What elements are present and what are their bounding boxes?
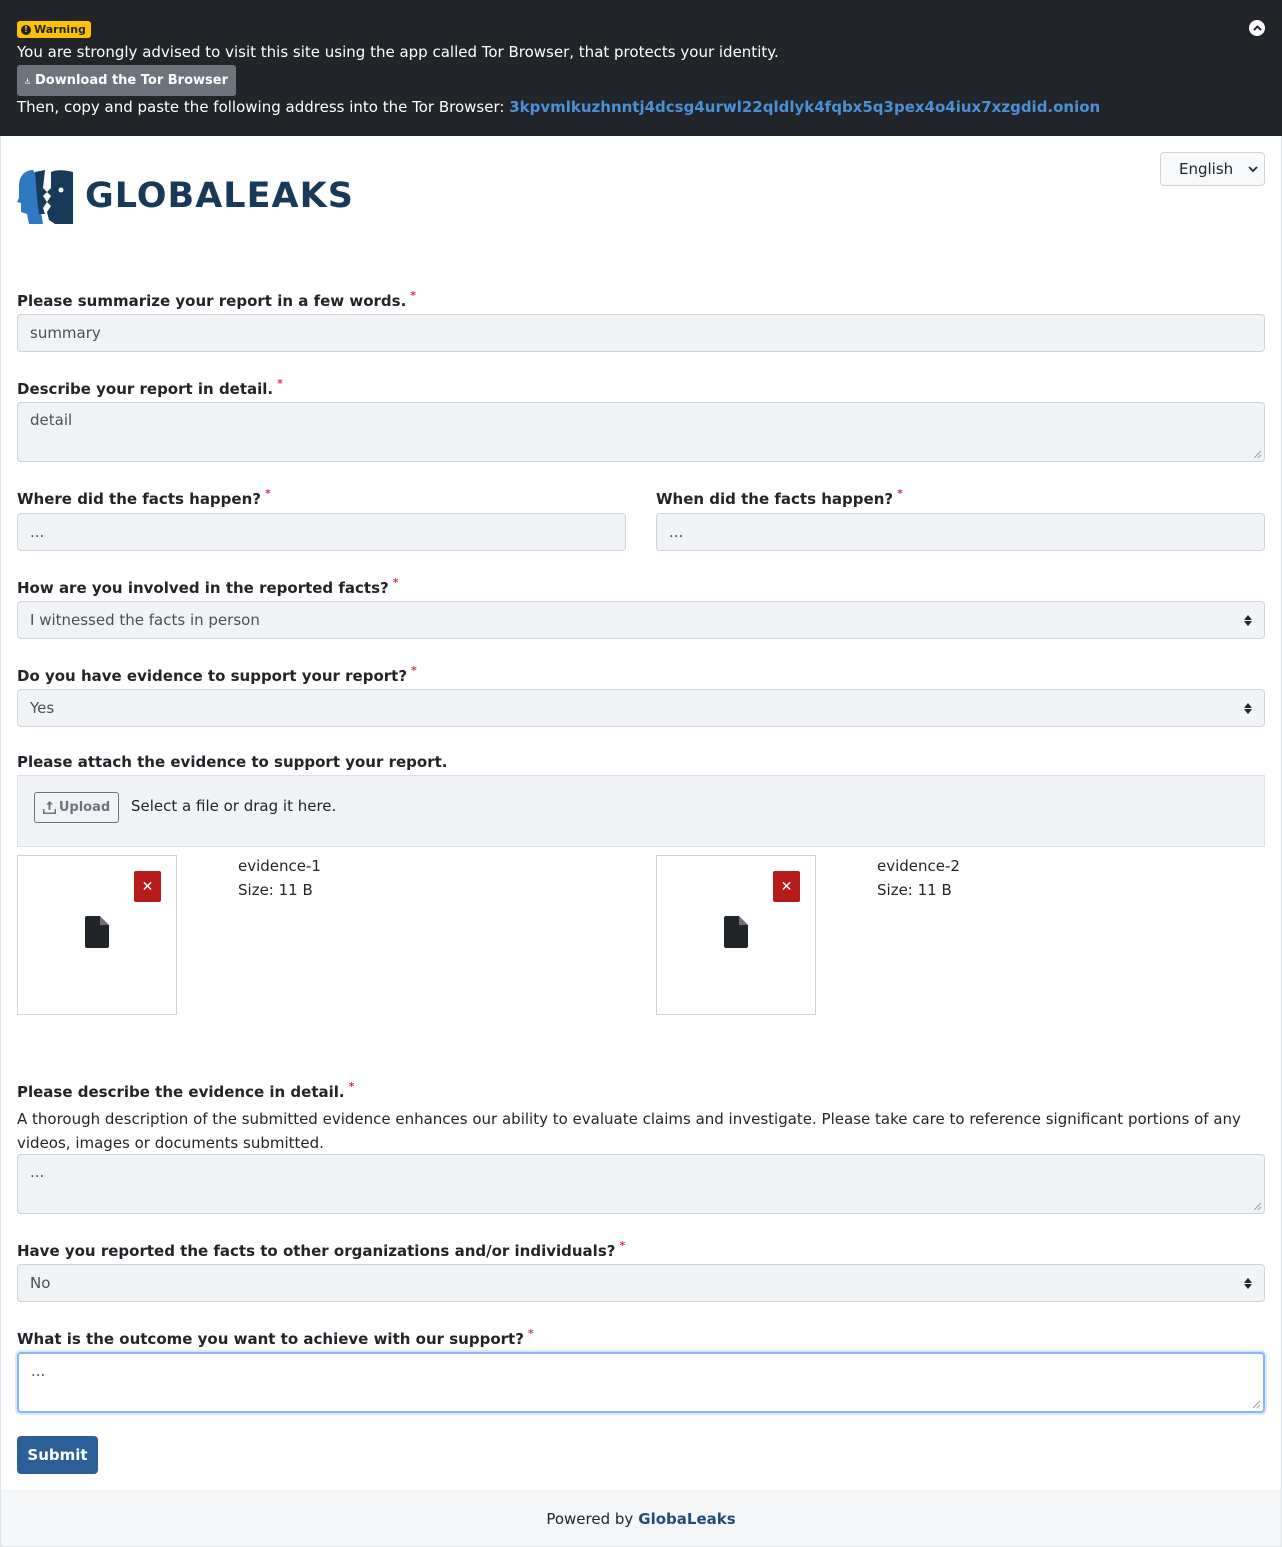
globaleaks-faces-icon <box>17 170 73 224</box>
outcome-placeholder: ... <box>31 1362 46 1380</box>
file-icon <box>85 916 109 948</box>
when-input[interactable]: ... <box>656 513 1265 551</box>
collapse-banner-button[interactable] <box>1249 20 1265 36</box>
summary-label-text: Please summarize your report in a few wo… <box>17 292 407 310</box>
select-arrows-icon <box>1244 614 1252 626</box>
detail-value: detail <box>30 411 73 429</box>
file-size: Size: 11 B <box>238 881 313 899</box>
file-size: Size: 11 B <box>877 881 952 899</box>
upload-label: Upload <box>58 800 111 815</box>
warning-badge-label: Warning <box>34 23 86 36</box>
globaleaks-link[interactable]: GlobaLeaks <box>638 1510 735 1528</box>
required-mark: * <box>264 487 271 500</box>
when-placeholder: ... <box>669 523 684 541</box>
select-arrows-icon <box>1244 1277 1252 1289</box>
onion-address-link[interactable]: 3kpvmlkuzhnntj4dcsg4urwl22qldlyk4fqbx5q3… <box>509 98 1100 116</box>
involvement-label-text: How are you involved in the reported fac… <box>17 579 389 597</box>
evidence-description-textarea[interactable]: ... <box>17 1154 1265 1214</box>
reported-other-label: Have you reported the facts to other org… <box>17 1239 626 1263</box>
resize-grip-icon[interactable] <box>1253 450 1262 459</box>
involvement-select[interactable]: I witnessed the facts in person <box>17 601 1265 639</box>
evidence-description-help: A thorough description of the submitted … <box>17 1110 1241 1152</box>
evidence-value: Yes <box>30 699 55 717</box>
language-select[interactable]: English <box>1160 152 1265 186</box>
when-label-text: When did the facts happen? <box>656 490 894 508</box>
evidence-description-label: Please describe the evidence in detail. * <box>17 1080 355 1104</box>
close-icon: ✕ <box>780 878 793 895</box>
when-label: When did the facts happen? * <box>656 487 903 511</box>
reported-other-select[interactable]: No <box>17 1264 1265 1302</box>
summary-input[interactable]: summary <box>17 314 1265 352</box>
resize-grip-icon[interactable] <box>1252 1400 1261 1409</box>
where-placeholder: ... <box>30 523 45 541</box>
chevron-up-icon <box>1252 25 1262 31</box>
where-input[interactable]: ... <box>17 513 626 551</box>
tor-advice-text: You are strongly advised to visit this s… <box>17 43 779 61</box>
evidence-label-text: Do you have evidence to support your rep… <box>17 667 408 685</box>
warning-icon: ! <box>21 24 31 35</box>
download-tor-label: Download the Tor Browser <box>34 73 228 88</box>
select-arrows-icon <box>1244 702 1252 714</box>
evidence-description-label-text: Please describe the evidence in detail. <box>17 1083 345 1101</box>
detail-label-text: Describe your report in detail. <box>17 380 274 398</box>
logo-wordmark: GLOBALEAKS <box>85 176 354 216</box>
detail-textarea[interactable]: detail <box>17 402 1265 462</box>
reported-other-value: No <box>30 1274 51 1292</box>
copy-instructions-text: Then, copy and paste the following addre… <box>17 98 505 116</box>
required-mark: * <box>527 1327 534 1340</box>
globaleaks-logo[interactable]: GLOBALEAKS <box>17 168 354 224</box>
tor-warning-banner: ! Warning You are strongly advised to vi… <box>0 0 1282 136</box>
delete-file-button[interactable]: ✕ <box>773 871 800 902</box>
close-icon: ✕ <box>141 878 154 895</box>
reported-other-label-text: Have you reported the facts to other org… <box>17 1242 616 1260</box>
required-mark: * <box>277 377 283 390</box>
evidence-label: Do you have evidence to support your rep… <box>17 664 417 688</box>
evidence-description-placeholder: ... <box>30 1163 45 1181</box>
required-mark: * <box>897 487 903 500</box>
where-label: Where did the facts happen? * <box>17 487 271 511</box>
outcome-label-text: What is the outcome you want to achieve … <box>17 1330 524 1348</box>
delete-file-button[interactable]: ✕ <box>134 871 161 902</box>
drop-instructions: Select a file or drag it here. <box>131 797 337 815</box>
language-selected-value: English <box>1179 160 1234 178</box>
outcome-label: What is the outcome you want to achieve … <box>17 1327 534 1351</box>
evidence-select[interactable]: Yes <box>17 689 1265 727</box>
file-name: evidence-2 <box>877 857 960 875</box>
summary-value: summary <box>30 324 101 342</box>
download-icon <box>25 78 30 83</box>
where-label-text: Where did the facts happen? <box>17 490 261 508</box>
required-mark: * <box>348 1080 355 1093</box>
required-mark: * <box>411 664 417 677</box>
involvement-label: How are you involved in the reported fac… <box>17 576 399 600</box>
resize-grip-icon[interactable] <box>1253 1202 1262 1211</box>
download-tor-button[interactable]: Download the Tor Browser <box>17 65 236 96</box>
file-icon <box>724 916 748 948</box>
warning-badge: ! Warning <box>17 21 91 38</box>
involvement-value: I witnessed the facts in person <box>30 611 260 629</box>
powered-by-text: Powered by <box>546 1509 634 1528</box>
submit-button[interactable]: Submit <box>17 1436 98 1474</box>
footer: Powered by GlobaLeaks <box>1 1490 1281 1547</box>
file-name: evidence-1 <box>238 857 321 875</box>
chevron-down-icon <box>1248 165 1258 172</box>
required-mark: * <box>410 289 417 302</box>
upload-button[interactable]: Upload <box>34 792 119 823</box>
required-mark: * <box>392 576 399 589</box>
onion-instructions: Then, copy and paste the following addre… <box>17 97 1100 117</box>
summary-label: Please summarize your report in a few wo… <box>17 289 417 313</box>
required-mark: * <box>619 1239 626 1252</box>
detail-label: Describe your report in detail. * <box>17 377 283 401</box>
upload-icon <box>42 801 56 814</box>
outcome-textarea[interactable]: ... <box>17 1352 1265 1413</box>
attach-label: Please attach the evidence to support yo… <box>17 753 448 771</box>
